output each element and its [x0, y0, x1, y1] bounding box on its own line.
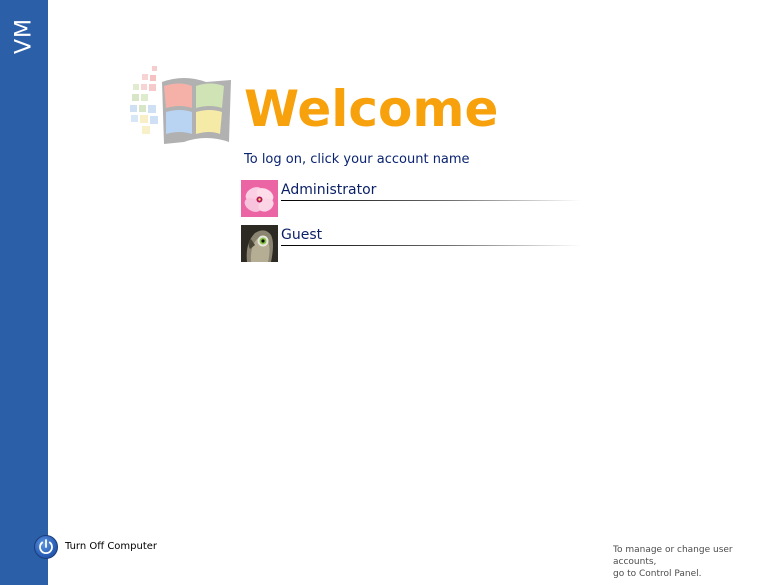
account-name: Administrator [281, 182, 377, 198]
left-sidebar: VM [0, 0, 48, 585]
account-administrator[interactable]: Administrator [241, 180, 586, 218]
account-underline [281, 200, 581, 201]
account-underline [281, 245, 581, 246]
power-icon [39, 539, 53, 554]
pink-flower-avatar [241, 180, 278, 217]
parrot-avatar [241, 225, 278, 262]
vm-label: VM [11, 17, 37, 55]
logon-instruction: To log on, click your account name [244, 152, 470, 167]
hint-line-1: To manage or change user accounts, [613, 545, 733, 567]
windows-flag-icon [130, 66, 231, 144]
turn-off-label[interactable]: Turn Off Computer [65, 541, 157, 552]
control-panel-hint: To manage or change user accounts, go to… [613, 544, 775, 580]
welcome-title: Welcome [244, 80, 499, 138]
account-name: Guest [281, 227, 323, 243]
account-guest[interactable]: Guest [241, 225, 586, 263]
turn-off-button[interactable] [34, 535, 58, 559]
hint-line-2: go to Control Panel. [613, 569, 702, 579]
